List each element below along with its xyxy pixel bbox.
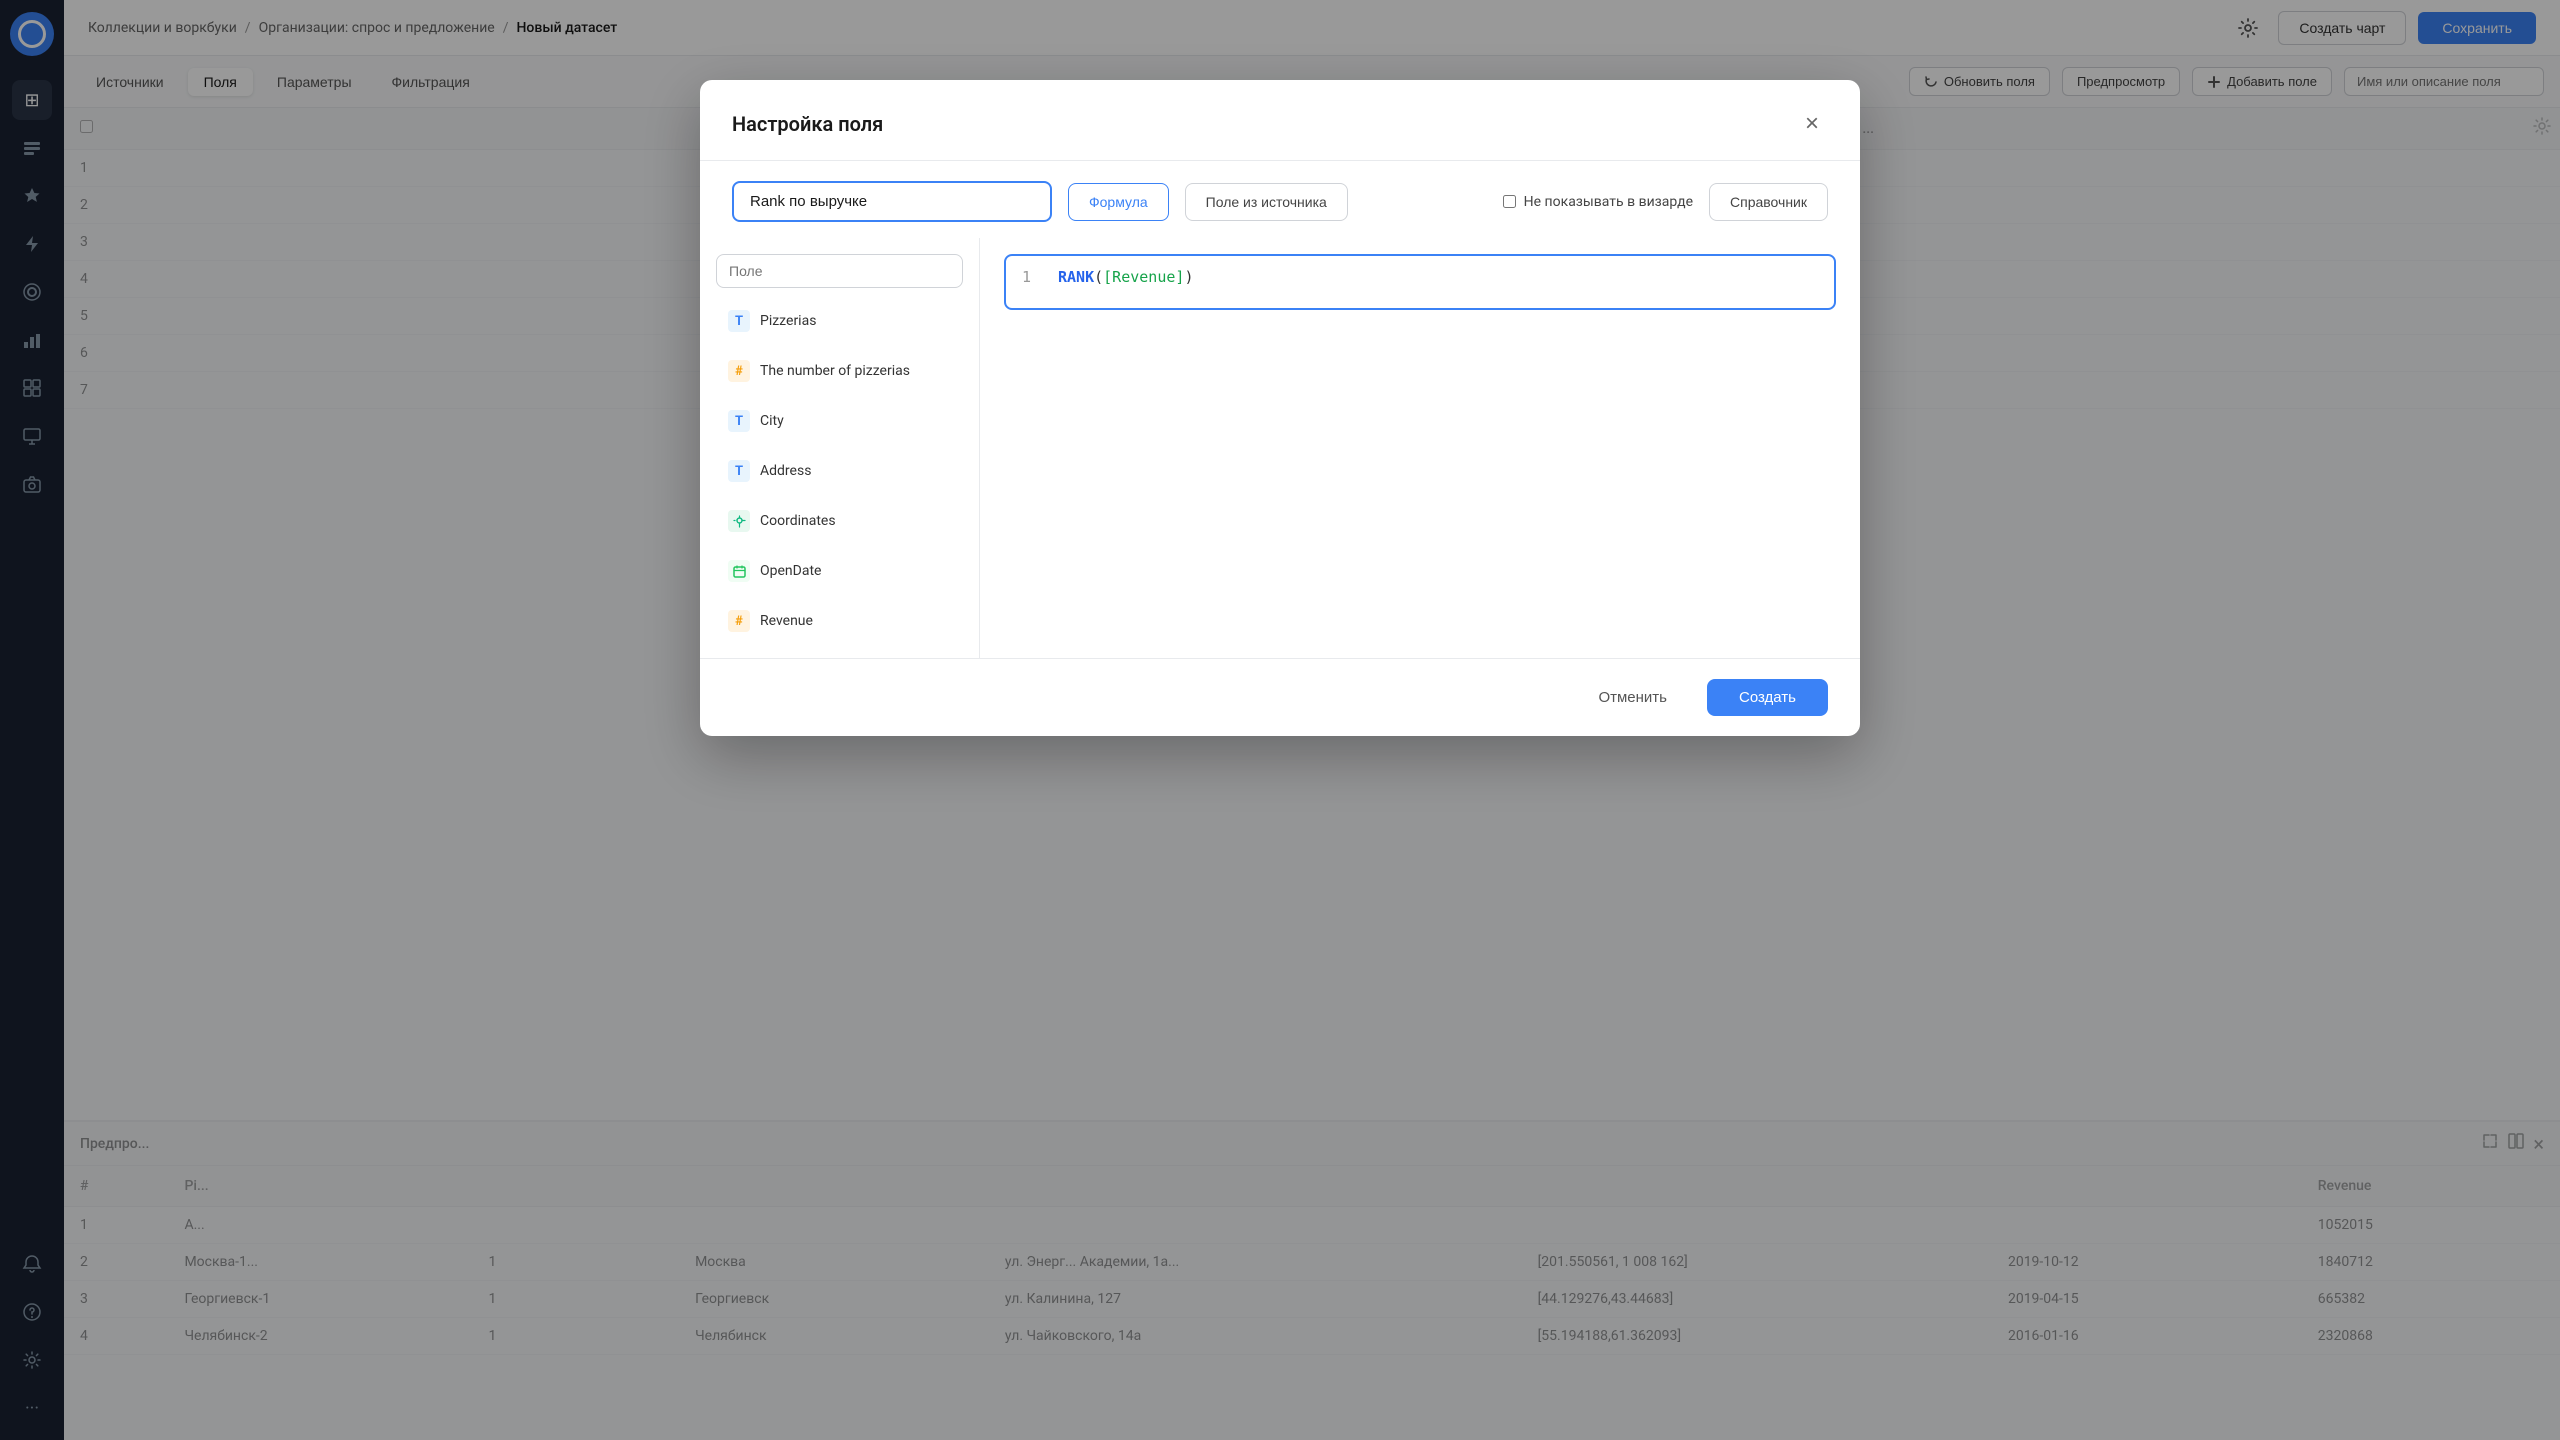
reference-button[interactable]: Справочник — [1709, 183, 1828, 221]
modal-title: Настройка поля — [732, 112, 883, 136]
field-item-revenue[interactable]: # Revenue — [716, 600, 963, 642]
field-type-icon-date — [728, 560, 750, 582]
create-button[interactable]: Создать — [1707, 679, 1828, 716]
source-field-button[interactable]: Поле из источника — [1185, 183, 1348, 221]
close-icon: × — [1805, 112, 1819, 136]
field-type-icon-number: # — [728, 360, 750, 382]
formula-button[interactable]: Формула — [1068, 183, 1169, 221]
fields-panel: T Pizzerias # The number of pizzerias T … — [700, 238, 980, 658]
formula-line-number: 1 — [1022, 268, 1042, 286]
field-name-row: Формула Поле из источника Не показывать … — [700, 161, 1860, 222]
modal-header: Настройка поля × — [700, 80, 1860, 161]
modal-footer: Отменить Создать — [700, 658, 1860, 736]
formula-field-ref: [Revenue] — [1103, 268, 1184, 286]
field-type-icon-number-revenue: # — [728, 610, 750, 632]
formula-keyword: RANK — [1058, 268, 1094, 286]
formula-editor[interactable]: 1 RANK([Revenue]) — [1004, 254, 1836, 310]
formula-close-paren: ) — [1184, 268, 1193, 286]
modal-body: T Pizzerias # The number of pizzerias T … — [700, 222, 1860, 658]
field-item-opendate[interactable]: OpenDate — [716, 550, 963, 592]
hide-in-wizard-checkbox-label[interactable]: Не показывать в визарде — [1503, 194, 1693, 210]
field-label-revenue: Revenue — [760, 613, 813, 629]
field-type-icon-geo — [728, 510, 750, 532]
field-label-pizzerias: Pizzerias — [760, 313, 816, 329]
field-label-address: Address — [760, 463, 811, 479]
field-type-icon-string-city: T — [728, 410, 750, 432]
field-label-opendate: OpenDate — [760, 563, 821, 579]
field-item-coordinates[interactable]: Coordinates — [716, 500, 963, 542]
field-item-pizzerias[interactable]: T Pizzerias — [716, 300, 963, 342]
field-settings-modal: Настройка поля × Формула Поле из источни… — [700, 80, 1860, 736]
formula-open-paren: ( — [1094, 268, 1103, 286]
formula-content: RANK([Revenue]) — [1058, 268, 1193, 286]
formula-panel: 1 RANK([Revenue]) — [980, 238, 1860, 658]
field-item-city[interactable]: T City — [716, 400, 963, 442]
field-type-icon-string: T — [728, 310, 750, 332]
field-label-city: City — [760, 413, 784, 429]
cancel-button[interactable]: Отменить — [1574, 679, 1691, 716]
hide-in-wizard-label: Не показывать в визарде — [1524, 194, 1693, 210]
hide-in-wizard-checkbox[interactable] — [1503, 195, 1516, 208]
field-item-address[interactable]: T Address — [716, 450, 963, 492]
field-type-icon-string-address: T — [728, 460, 750, 482]
modal-overlay: Настройка поля × Формула Поле из источни… — [0, 0, 2560, 1440]
field-item-number-of-pizzerias[interactable]: # The number of pizzerias — [716, 350, 963, 392]
field-search-input[interactable] — [716, 254, 963, 288]
field-label-coordinates: Coordinates — [760, 513, 836, 529]
modal-close-button[interactable]: × — [1796, 108, 1828, 140]
field-name-input[interactable] — [732, 181, 1052, 222]
field-label-number-of-pizzerias: The number of pizzerias — [760, 363, 910, 379]
